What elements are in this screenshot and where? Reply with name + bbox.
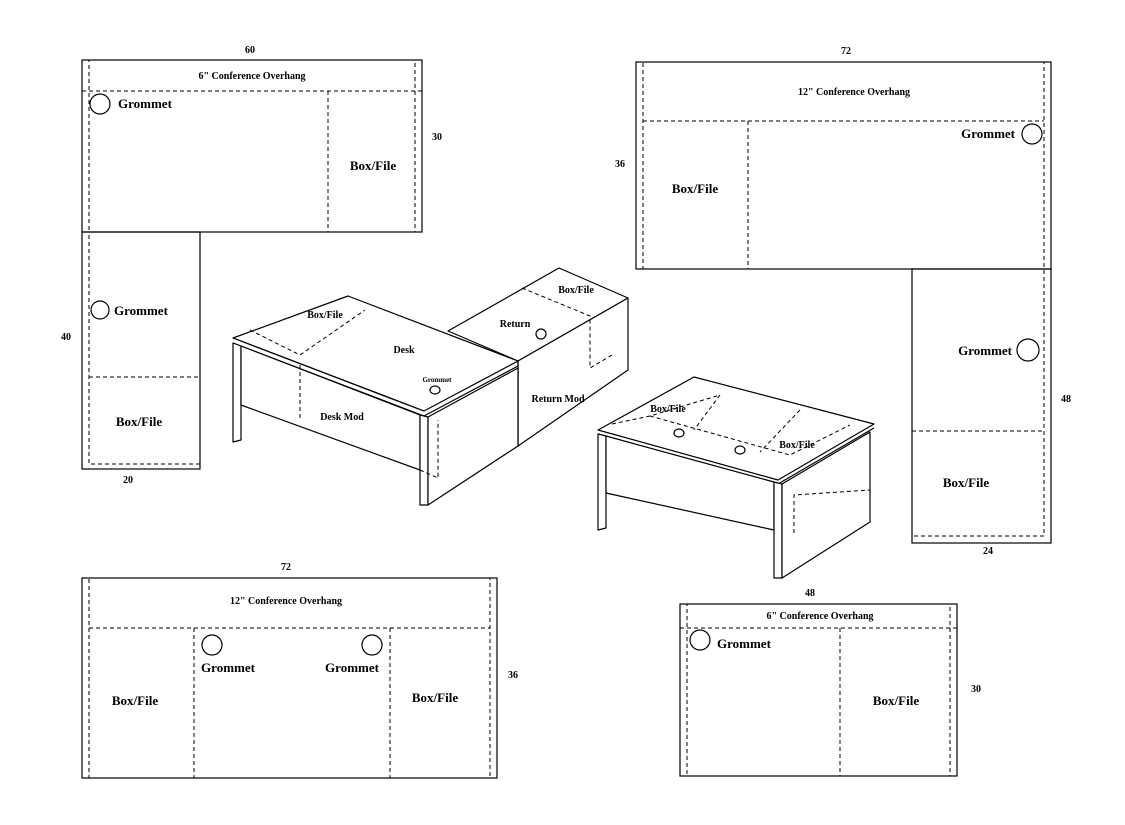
grommet-label: Grommet: [717, 636, 772, 651]
grommet-label-return: Grommet: [958, 343, 1013, 358]
return-grommet-circle: [535, 328, 547, 340]
boxfile-desk-label: Box/File: [307, 310, 343, 321]
grommet-circle-right: [734, 445, 746, 455]
boxfile-right-label: Box/File: [779, 440, 815, 451]
desk-right-leg: [773, 481, 783, 579]
return-modesty-outline: [911, 268, 1045, 537]
return-length-dimension: 40: [61, 332, 71, 343]
boxfile-label-return: Box/File: [116, 414, 162, 429]
boxfile-label: Box/File: [873, 693, 919, 708]
desk-label: Desk: [393, 345, 415, 356]
grommet-label: Grommet: [118, 96, 173, 111]
grommet-label-return: Grommet: [114, 303, 169, 318]
desk-left-leg: [597, 433, 607, 531]
boxfile-left-label: Box/File: [650, 404, 686, 415]
return-length-dimension: 48: [1061, 394, 1071, 405]
modesty-outline: [686, 603, 951, 777]
isometric-straight-desk: Box/File Box/File: [597, 376, 875, 579]
grommet-label-right: Grommet: [325, 660, 380, 675]
width-dimension: 72: [281, 562, 291, 573]
boxfile-label: Box/File: [672, 181, 718, 196]
grommet-label: Grommet: [961, 126, 1016, 141]
boxfile-label: Box/File: [350, 158, 396, 173]
boxfile-label-return: Box/File: [943, 475, 989, 490]
desk-right-leg: [419, 414, 429, 506]
boxfile-label-left: Box/File: [112, 693, 158, 708]
overhang-label: 12" Conference Overhang: [798, 87, 910, 98]
depth-dimension: 30: [432, 132, 442, 143]
boxfile-label-right: Box/File: [412, 690, 458, 705]
grommet-circle: [1021, 123, 1043, 145]
overhang-label: 6" Conference Overhang: [766, 611, 873, 622]
return-width-dimension: 20: [123, 475, 133, 486]
width-dimension: 72: [841, 46, 851, 57]
depth-dimension: 36: [615, 159, 625, 170]
isometric-l-shape-desk: Box/File Desk Grommet Desk Mod Box/File …: [232, 267, 629, 506]
width-dimension: 48: [805, 588, 815, 599]
grommet-label: Grommet: [422, 376, 452, 384]
grommet-circle: [689, 629, 711, 651]
depth-dimension: 36: [508, 670, 518, 681]
grommet-circle-right: [361, 634, 383, 656]
return-label: Return: [500, 319, 531, 330]
width-dimension: 60: [245, 45, 255, 56]
desk-mod-label: Desk Mod: [320, 412, 364, 423]
desk-left-leg: [232, 342, 242, 443]
boxfile-return-label: Box/File: [558, 285, 594, 296]
overhang-label: 12" Conference Overhang: [230, 596, 342, 607]
desk-top-outline: [679, 603, 958, 777]
desk-grommet-circle: [429, 385, 441, 395]
return-mod-label: Return Mod: [531, 394, 584, 405]
return-width-dimension: 24: [983, 546, 993, 557]
return-top-outline: [81, 231, 201, 470]
modesty-outline: [88, 59, 416, 233]
plan-desk-72x36-double: 72 36 12" Conference Overhang Grommet Gr…: [81, 562, 518, 779]
grommet-circle-left: [201, 634, 223, 656]
modesty-outline: [88, 577, 491, 779]
overhang-label: 6" Conference Overhang: [198, 71, 305, 82]
grommet-circle: [89, 93, 111, 115]
plan-desk-48x30: 48 30 6" Conference Overhang Grommet Box…: [679, 588, 981, 777]
furniture-plan-diagram: 60 30 40 20 6" Conference Overhang Gromm…: [61, 45, 1071, 779]
return-modesty-outline: [88, 231, 201, 465]
grommet-circle-left: [673, 428, 685, 438]
desk-top-outline: [81, 577, 498, 779]
return-top-outline: [911, 268, 1052, 544]
grommet-circle-return: [1016, 338, 1040, 362]
desk-top-outline: [81, 59, 423, 233]
grommet-circle-return: [90, 300, 110, 320]
grommet-label-left: Grommet: [201, 660, 256, 675]
depth-dimension: 30: [971, 684, 981, 695]
